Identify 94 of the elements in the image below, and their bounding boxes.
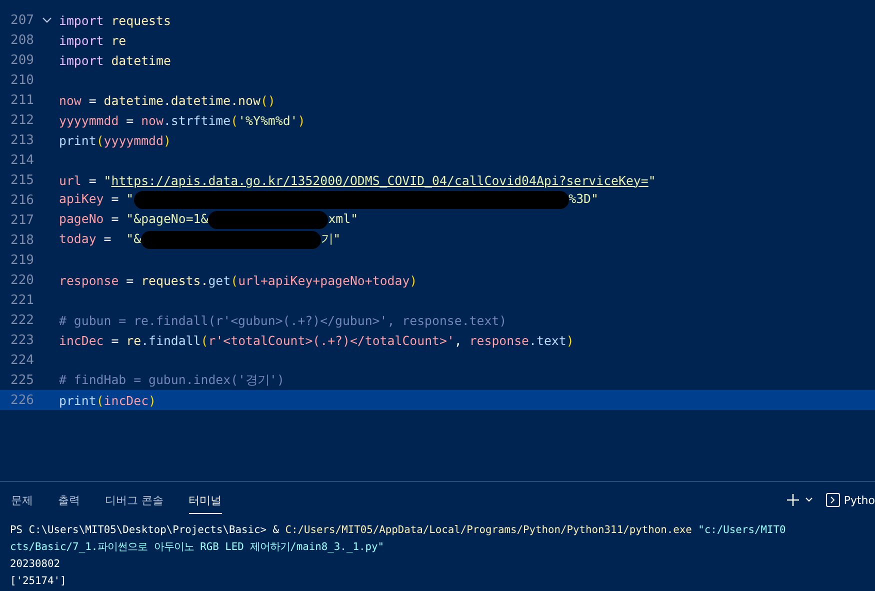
line-number: 214 xyxy=(10,152,34,168)
code-token: print xyxy=(59,132,96,148)
terminal-text: cts/Basic/7_1.파이썬으로 아두이노 RGB LED 제어하기/main8_3._1.py" xyxy=(10,541,384,553)
code-token: = xyxy=(125,112,135,128)
code-token: today xyxy=(59,231,96,248)
code-token: requests. xyxy=(141,272,208,288)
line-number: 212 xyxy=(10,112,34,128)
code-token: .strftime xyxy=(163,112,231,128)
code-token: %3D" xyxy=(568,191,598,208)
code-token: () xyxy=(260,92,276,108)
code-token: = xyxy=(102,231,112,248)
line-number: 224 xyxy=(10,352,34,368)
code-token: "& xyxy=(126,231,142,248)
code-token: = xyxy=(110,332,120,348)
code-token: yyyymmdd xyxy=(104,132,164,148)
line-number: 211 xyxy=(10,92,34,108)
line-number: 225 xyxy=(10,372,34,388)
code-token: .text xyxy=(529,332,566,348)
panel-tab[interactable]: 문제 xyxy=(11,486,33,514)
panel-tab[interactable]: 터미널 xyxy=(188,486,222,514)
code-token: ) xyxy=(566,332,574,348)
line-number: 221 xyxy=(10,292,34,308)
code-token: ) xyxy=(148,392,156,408)
code-token: ( xyxy=(96,132,104,148)
code-token: r'<totalCount>(.+?)</totalCount>' xyxy=(208,332,454,348)
line-number: 208 xyxy=(10,32,34,48)
code-token: = xyxy=(110,191,120,208)
code-token: ( xyxy=(230,272,238,288)
terminal-profile-button[interactable]: Pytho xyxy=(826,493,875,507)
code-token: requests xyxy=(110,12,171,28)
terminal-text: "c:/Users/MIT0 xyxy=(697,524,786,536)
terminal-text: ['25174'] xyxy=(10,575,66,587)
code-token: 기" xyxy=(321,231,341,248)
code-token: now xyxy=(141,112,164,128)
code-token: ) xyxy=(163,132,171,148)
code-token: , xyxy=(454,332,463,348)
code-token: datetime.datetime.now xyxy=(104,92,260,108)
code-token: print xyxy=(59,392,96,408)
code-token: = xyxy=(88,172,98,188)
code-token: datetime xyxy=(110,52,171,68)
code-link[interactable]: https://apis.data.go.kr/1352000/ODMS_COVID_04/callCovid04Api?serviceKey= xyxy=(111,172,648,188)
line-number: 226 xyxy=(10,392,34,408)
code-token: .findall xyxy=(141,332,201,348)
code-token: ( xyxy=(230,112,238,128)
code-token: ( xyxy=(96,392,104,408)
code-token: response xyxy=(59,272,119,288)
line-number: 216 xyxy=(10,192,34,208)
line-number: 222 xyxy=(10,312,34,328)
code-token: url+apiKey+pageNo+today xyxy=(238,272,410,288)
panel-tab[interactable]: 디버그 콘솔 xyxy=(105,486,164,514)
code-token: import xyxy=(59,32,104,48)
line-number: 209 xyxy=(10,52,34,68)
code-token: " xyxy=(648,172,656,188)
code-token: import xyxy=(59,52,104,68)
code-token: url xyxy=(59,172,82,188)
code-token: ( xyxy=(200,332,208,348)
code-token: now xyxy=(59,92,82,108)
terminal-icon xyxy=(826,493,840,507)
code-token: = xyxy=(88,92,98,108)
code-token: incDec xyxy=(104,392,149,408)
terminal-text: 20230802 xyxy=(10,558,60,570)
code-token: " xyxy=(126,191,134,208)
code-token: = xyxy=(125,272,135,288)
code-token: # findHab = gubun.index('경기') xyxy=(59,372,284,388)
code-token: incDec xyxy=(59,332,104,348)
code-token: = xyxy=(110,211,120,228)
code-token: re xyxy=(110,32,126,48)
terminal-text: PS C:\Users\MIT05\Desktop\Projects\Basic> & xyxy=(10,524,280,536)
line-number: 220 xyxy=(10,272,34,288)
code-token: response xyxy=(469,332,530,348)
line-number: 207 xyxy=(10,12,34,28)
code-token: pageNo xyxy=(59,211,104,228)
line-number: 213 xyxy=(10,132,34,148)
code-token: yyyymmdd xyxy=(59,112,119,128)
line-number: 217 xyxy=(10,212,34,228)
line-number: 218 xyxy=(10,232,34,248)
line-number: 219 xyxy=(10,252,34,268)
code-token: xml" xyxy=(328,211,358,228)
line-number: 210 xyxy=(10,72,34,88)
plus-icon[interactable] xyxy=(786,493,800,507)
panel-tab[interactable]: 출력 xyxy=(58,486,80,514)
line-number: 223 xyxy=(10,332,34,348)
code-token: # gubun = re.findall(r'<gubun>(.+?)</gubun>', response.text) xyxy=(59,312,507,328)
code-token: ) xyxy=(410,272,418,288)
code-token: import xyxy=(59,12,104,28)
code-token: re xyxy=(126,332,142,348)
code-token: get xyxy=(208,272,231,288)
code-token: '%Y%m%d' xyxy=(238,112,298,128)
line-number: 215 xyxy=(10,172,34,188)
code-token: " xyxy=(104,172,112,188)
code-token: "&pageNo=1& xyxy=(126,211,208,228)
code-token: ) xyxy=(298,112,306,128)
code-token: apiKey xyxy=(59,191,104,208)
terminal-text: C:/Users/MIT05/AppData/Local/Programs/Python/Python311/python.exe xyxy=(285,524,692,536)
